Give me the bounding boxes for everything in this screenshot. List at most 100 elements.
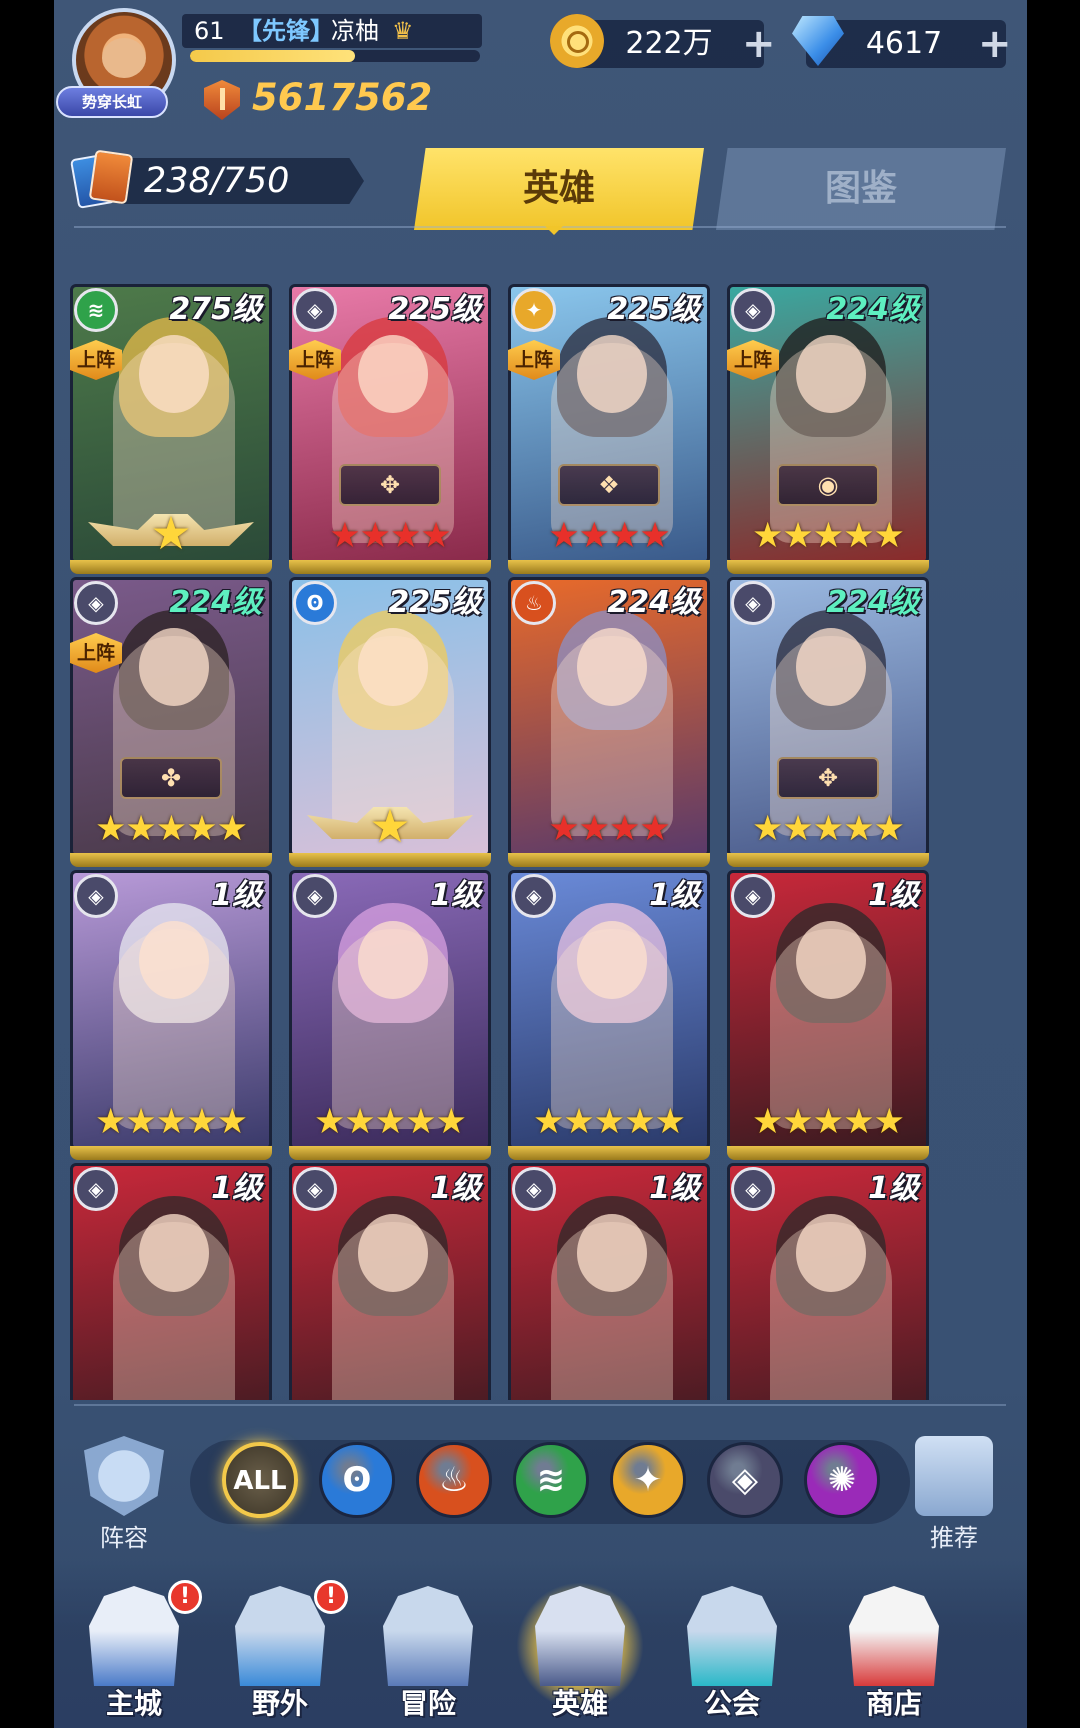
star-icon: ★: [314, 1102, 345, 1142]
hero-card[interactable]: ✦ 225级 上阵 ❖ ★★★★: [508, 284, 710, 576]
add-gems-button[interactable]: +: [978, 20, 1012, 68]
card-frame-base: [727, 1146, 929, 1160]
star-rating: ★★★★★: [727, 811, 929, 847]
hero-card[interactable]: ◈ 1级 ★★★★★: [289, 870, 491, 1162]
nav-label: 野外: [251, 1687, 308, 1720]
hero-card[interactable]: ◈ 1级 ★★★★★: [508, 870, 710, 1162]
star-icon: ★: [843, 809, 874, 849]
hero-card[interactable]: ◈ 1级: [508, 1163, 710, 1400]
star-icon: ★: [344, 1102, 375, 1142]
card-frame-base: [508, 560, 710, 574]
add-gold-button[interactable]: +: [742, 20, 776, 68]
hero-level: 225级: [388, 585, 481, 620]
fire-element-icon: ♨: [438, 1460, 470, 1500]
star-rating: ★★★★★: [727, 518, 929, 554]
nav-5[interactable]: 商店: [824, 1578, 964, 1728]
hero-level: 224级: [607, 585, 700, 620]
hero-card[interactable]: ♨ 224级 ★★★★: [508, 577, 710, 869]
star-icon: ★: [155, 809, 187, 849]
dark-element-icon: ◈: [74, 581, 118, 625]
nav-3[interactable]: 英雄: [510, 1578, 650, 1728]
nav-2[interactable]: 冒险: [358, 1578, 498, 1728]
light-element-icon: ✦: [633, 1460, 663, 1500]
star-icon: ★: [609, 809, 640, 849]
star-icon: ★: [95, 809, 126, 849]
nav-1[interactable]: 野外!: [210, 1578, 350, 1728]
player-guild-tag: 【先锋】: [238, 17, 334, 45]
nav-0[interactable]: 主城!: [64, 1578, 204, 1728]
gold-coin-icon: [550, 14, 604, 68]
star-icon: ★: [186, 809, 217, 849]
hero-face: [796, 628, 866, 706]
hero-face: [139, 1214, 209, 1292]
dark-element-icon: ◈: [731, 1167, 775, 1211]
hero-card[interactable]: ◈ 1级: [70, 1163, 272, 1400]
nav-4[interactable]: 公会: [662, 1578, 802, 1728]
star-icon: ★: [329, 516, 360, 556]
star-rating: ★★★★: [508, 811, 710, 847]
star-icon: ★: [782, 516, 813, 556]
recommend-button[interactable]: 推荐: [912, 1436, 996, 1553]
hero-card[interactable]: ◈ 225级 上阵 ✥ ★★★★: [289, 284, 491, 576]
star-icon: ★: [624, 1102, 655, 1142]
star-icon: ★: [639, 809, 670, 849]
hero-card[interactable]: ◈ 1级 ★★★★★: [727, 870, 929, 1162]
hero-card[interactable]: ◈ 224级 上阵 ◉ ★★★★★: [727, 284, 929, 576]
hero-card[interactable]: ◈ 1级 ★★★★★: [70, 870, 272, 1162]
hero-face: [358, 921, 428, 999]
shop-icon: [849, 1586, 939, 1686]
hero-level: 224级: [826, 292, 919, 327]
banner-icon: [687, 1586, 777, 1686]
star-rating: ★★★★: [289, 518, 491, 554]
hero-face: [577, 628, 647, 706]
filter-water-button[interactable]: ʘ: [319, 1442, 395, 1518]
filter-dark-button[interactable]: ◈: [707, 1442, 783, 1518]
hero-card[interactable]: ◈ 224级 上阵 ✤ ★★★★★: [70, 577, 272, 869]
hero-level: 225级: [388, 292, 481, 327]
hero-card[interactable]: ◈ 224级 ✥ ★★★★★: [727, 577, 929, 869]
star-icon: ★: [578, 809, 610, 849]
player-level: 61: [194, 17, 225, 45]
notification-badge: !: [314, 1580, 348, 1614]
combat-power-icon: [204, 80, 240, 120]
hero-face: [796, 921, 866, 999]
player-name: 凉柚: [331, 17, 379, 45]
card-frame-base: [289, 853, 491, 867]
star-icon: ★: [812, 1102, 844, 1142]
dark-element-icon: ◈: [293, 288, 337, 332]
star-rating: ★★★★★: [70, 1104, 272, 1140]
hero-card[interactable]: ʘ 225级 ★: [289, 577, 491, 869]
hero-card[interactable]: ◈ 1级: [727, 1163, 929, 1400]
dark-element-icon: ◈: [731, 1460, 759, 1500]
filter-arcane-button[interactable]: ✺: [804, 1442, 880, 1518]
filter-wind-button[interactable]: ≋: [513, 1442, 589, 1518]
hero-card[interactable]: ◈ 1级: [289, 1163, 491, 1400]
filter-all-button[interactable]: ALL: [222, 1442, 298, 1518]
dark-element-icon: ◈: [731, 874, 775, 918]
rank-emblem-icon: ✥: [339, 464, 441, 506]
lineup-button[interactable]: 阵容: [82, 1436, 166, 1553]
tab-codex[interactable]: 图鉴: [716, 148, 1006, 230]
star-icon: ★: [812, 809, 844, 849]
star-icon: ★: [843, 1102, 874, 1142]
star-rating: ★★★★: [508, 518, 710, 554]
water-element-icon: ʘ: [293, 581, 337, 625]
star-icon: ★: [639, 516, 670, 556]
active-tab-pointer: [545, 226, 563, 235]
star-icon: ★: [405, 1102, 436, 1142]
star-icon: ★: [390, 516, 421, 556]
hero-card[interactable]: ≋ 275级 上阵 ★: [70, 284, 272, 576]
filter-light-button[interactable]: ✦: [610, 1442, 686, 1518]
tab-divider: [74, 226, 1006, 228]
combat-power-value: 5617562: [252, 76, 433, 119]
star-icon: ★: [216, 1102, 248, 1142]
hero-face: [139, 628, 209, 706]
star-icon: ★: [578, 516, 610, 556]
rank-emblem-icon: ✥: [777, 757, 879, 799]
tab-heroes[interactable]: 英雄: [414, 148, 704, 230]
gold-amount: 222万: [625, 26, 713, 61]
star-icon: ★: [533, 1102, 564, 1142]
filter-fire-button[interactable]: ♨: [416, 1442, 492, 1518]
star-icon: ★: [150, 506, 192, 560]
hero-grid: ≋ 275级 上阵 ★ ◈ 225级 上阵 ✥ ★★★★ ✦ 225级 上阵 ❖ ★★★★ ◈ 224级 上阵 ◉…: [70, 284, 1010, 1400]
